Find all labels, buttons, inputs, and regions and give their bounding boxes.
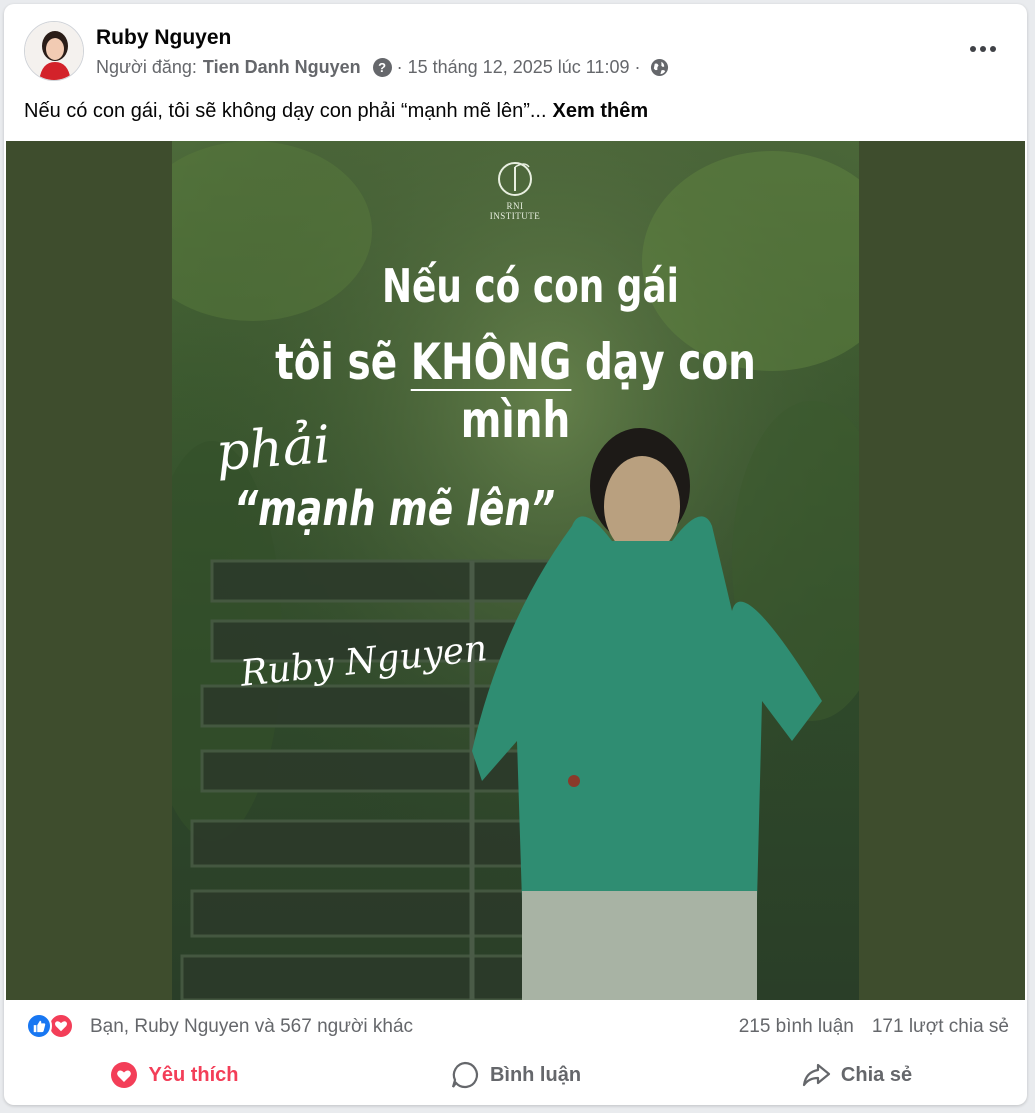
share-count[interactable]: 171 lượt chia sẻ bbox=[872, 1016, 1009, 1038]
share-button[interactable]: Chia sẻ bbox=[686, 1053, 1027, 1097]
comment-count[interactable]: 215 bình luận bbox=[739, 1016, 854, 1038]
image-quote-text: “mạnh mẽ lên” bbox=[234, 481, 556, 537]
like-reaction-icon bbox=[26, 1013, 52, 1039]
see-more-link[interactable]: Xem thêm bbox=[553, 100, 649, 122]
comment-label: Bình luận bbox=[489, 1063, 582, 1086]
like-button[interactable]: Yêu thích bbox=[4, 1053, 345, 1097]
post-meta: Người đăng: Tien Danh Nguyen ? · 15 thán… bbox=[96, 57, 669, 78]
post-caption: Nếu có con gái, tôi sẽ không dạy con phả… bbox=[24, 100, 648, 123]
poster-prefix: Người đăng: bbox=[96, 57, 197, 77]
line2-pre: tôi sẽ bbox=[275, 333, 411, 391]
post-header: Ruby Nguyen Người đăng: Tien Danh Nguyen… bbox=[4, 4, 1027, 92]
meta-separator: · bbox=[396, 57, 403, 77]
share-label: Chia sẻ bbox=[840, 1063, 913, 1086]
share-icon bbox=[802, 1063, 831, 1087]
logo-text: RNI INSTITUTE bbox=[489, 201, 541, 221]
reaction-icons[interactable] bbox=[26, 1013, 74, 1039]
author-avatar[interactable] bbox=[24, 21, 84, 81]
action-bar: Yêu thích Bình luận Chia sẻ bbox=[4, 1050, 1027, 1100]
poster-name[interactable]: Tien Danh Nguyen bbox=[203, 57, 361, 78]
author-name[interactable]: Ruby Nguyen bbox=[96, 26, 231, 50]
post-card: Ruby Nguyen Người đăng: Tien Danh Nguyen… bbox=[4, 4, 1027, 1105]
post-media[interactable]: RNI INSTITUTE Nếu có con gái tôi sẽ KHÔN… bbox=[6, 141, 1025, 1000]
heart-icon bbox=[111, 1062, 138, 1088]
line2-emphasis: KHÔNG bbox=[410, 333, 572, 391]
engagement-counts: 215 bình luận 171 lượt chia sẻ bbox=[739, 1016, 1009, 1038]
like-label: Yêu thích bbox=[148, 1063, 239, 1086]
comment-icon bbox=[451, 1061, 478, 1089]
meta-separator-2: · bbox=[634, 57, 641, 77]
globe-icon bbox=[650, 58, 669, 77]
reaction-stats: Bạn, Ruby Nguyen và 567 người khác 215 b… bbox=[4, 1004, 1027, 1046]
image-script-text: phải bbox=[214, 415, 333, 483]
brand-logo: RNI INSTITUTE bbox=[485, 159, 545, 221]
post-photo[interactable]: RNI INSTITUTE Nếu có con gái tôi sẽ KHÔN… bbox=[172, 141, 859, 1000]
reactions-summary[interactable]: Bạn, Ruby Nguyen và 567 người khác bbox=[90, 1016, 413, 1038]
image-headline-line1: Nếu có con gái bbox=[382, 259, 679, 313]
more-icon bbox=[970, 46, 976, 52]
help-icon[interactable]: ? bbox=[372, 58, 392, 77]
post-date[interactable]: 15 tháng 12, 2025 lúc 11:09 bbox=[408, 57, 630, 78]
comment-button[interactable]: Bình luận bbox=[345, 1053, 686, 1097]
more-options-button[interactable] bbox=[965, 36, 1001, 62]
post-text: Nếu có con gái, tôi sẽ không dạy con phả… bbox=[24, 100, 547, 122]
